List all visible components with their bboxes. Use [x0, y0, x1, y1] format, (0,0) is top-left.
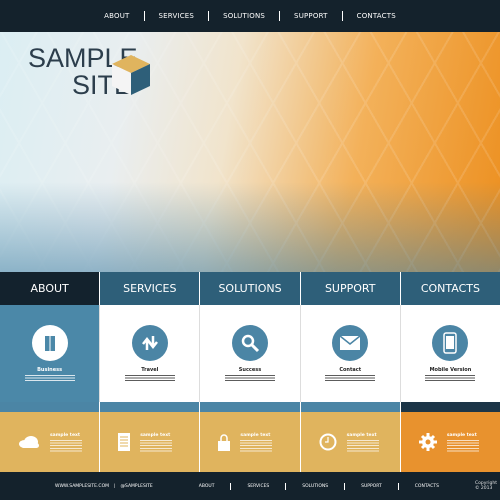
phone-icon — [432, 325, 469, 361]
divider-strip — [0, 402, 500, 412]
cloud-icon — [19, 436, 39, 448]
nav-about[interactable]: ABOUT — [90, 12, 143, 20]
nav-solutions[interactable]: SOLUTIONS — [209, 12, 279, 20]
panel-success[interactable]: Success — [199, 305, 300, 402]
magnifier-icon — [232, 325, 268, 361]
feature-item[interactable]: sample text — [399, 412, 500, 472]
lock-icon — [218, 434, 231, 451]
footer-nav-solutions[interactable]: SOLUTIONS — [286, 484, 344, 489]
footer-site-link[interactable]: WWW.SAMPLESITE.COM — [55, 484, 109, 489]
feature-item[interactable]: sample text — [299, 412, 400, 472]
footer-separator: | — [114, 483, 116, 489]
tab-about[interactable]: ABOUT — [0, 272, 100, 305]
gear-icon — [418, 433, 437, 451]
nav-support[interactable]: SUPPORT — [280, 12, 342, 20]
feature-text — [240, 439, 273, 452]
feature-item[interactable]: sample text — [199, 412, 300, 472]
footer-nav-contacts[interactable]: CONTACTS — [399, 484, 455, 489]
footer-handle-link[interactable]: @SAMPLESITE — [121, 484, 153, 489]
footer-nav-support[interactable]: SUPPORT — [345, 484, 398, 489]
feature-item[interactable]: sample text — [99, 412, 200, 472]
footer: WWW.SAMPLESITE.COM | @SAMPLESITE ABOUT S… — [0, 472, 500, 500]
feature-text — [140, 439, 173, 452]
arrows-icon — [131, 325, 168, 361]
book-icon — [31, 325, 68, 361]
feature-title: sample text — [240, 432, 271, 438]
tab-support[interactable]: SUPPORT — [299, 272, 400, 305]
panel-title: Contact — [339, 367, 362, 373]
service-panels: Business Travel Success Contact Mobile V… — [0, 305, 500, 402]
feature-text — [446, 439, 479, 452]
footer-nav: ABOUT SERVICES SOLUTIONS SUPPORT CONTACT… — [183, 482, 455, 490]
panel-text — [124, 375, 175, 383]
copyright: Copyright © 2013 — [474, 481, 497, 491]
feature-row: sample text sample text sample text samp… — [0, 412, 500, 472]
feature-title: sample text — [50, 432, 81, 438]
cube-icon — [112, 55, 150, 95]
panel-title: Business — [37, 367, 63, 373]
panel-text — [24, 375, 75, 383]
tab-contacts[interactable]: CONTACTS — [399, 272, 500, 305]
feature-text — [346, 439, 379, 452]
nav-contacts[interactable]: CONTACTS — [343, 12, 410, 20]
clock-icon — [319, 433, 337, 451]
panel-title: Success — [238, 367, 262, 373]
panel-title: Mobile Version — [429, 367, 472, 373]
panel-contact[interactable]: Contact — [299, 305, 400, 402]
tab-bar: ABOUT SERVICES SOLUTIONS SUPPORT CONTACT… — [0, 272, 500, 305]
feature-title: sample text — [446, 432, 477, 438]
document-icon — [118, 433, 131, 451]
top-nav: ABOUT SERVICES SOLUTIONS SUPPORT CONTACT… — [0, 0, 500, 32]
tab-solutions[interactable]: SOLUTIONS — [199, 272, 300, 305]
panel-mobile[interactable]: Mobile Version — [399, 305, 500, 402]
panel-text — [225, 375, 275, 383]
panel-text — [425, 375, 476, 383]
feature-text — [50, 439, 82, 452]
feature-item[interactable]: sample text — [0, 412, 100, 472]
footer-nav-services[interactable]: SERVICES — [231, 484, 285, 489]
feature-title: sample text — [346, 432, 377, 438]
tab-services[interactable]: SERVICES — [99, 272, 200, 305]
panel-title: Travel — [141, 367, 159, 373]
envelope-icon — [332, 325, 369, 361]
footer-nav-about[interactable]: ABOUT — [183, 484, 231, 489]
nav-services[interactable]: SERVICES — [145, 12, 209, 20]
panel-text — [325, 375, 376, 383]
panel-travel[interactable]: Travel — [99, 305, 200, 402]
feature-title: sample text — [140, 432, 171, 438]
panel-business[interactable]: Business — [0, 305, 100, 402]
